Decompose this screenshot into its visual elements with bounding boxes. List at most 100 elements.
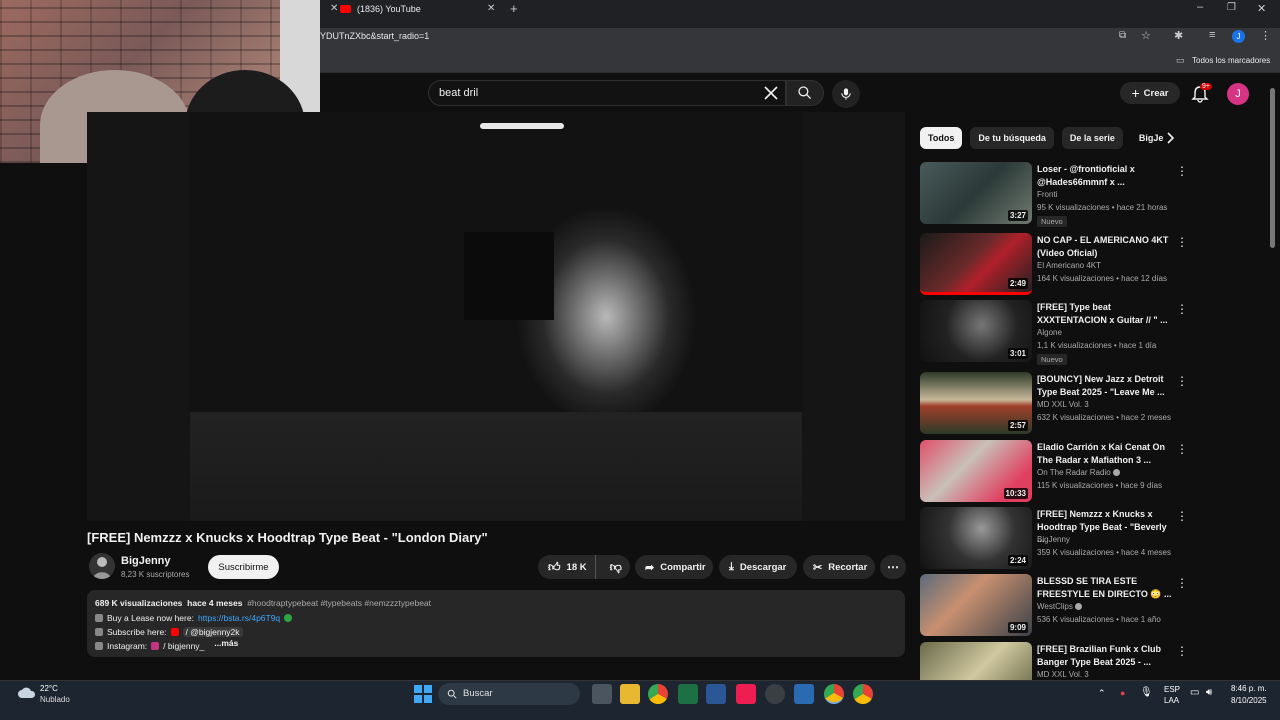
video-thumbnail[interactable]: 9:09: [920, 574, 1032, 636]
channel-avatar[interactable]: [89, 553, 115, 579]
tray-chevron-up-icon[interactable]: ⌃: [1098, 688, 1106, 699]
weather-description[interactable]: Nublado: [40, 695, 70, 704]
kebab-menu-icon[interactable]: ⋮: [1176, 509, 1188, 523]
excel-icon[interactable]: [678, 684, 698, 704]
volume-icon[interactable]: 🔊︎: [1206, 687, 1212, 698]
user-avatar[interactable]: J: [1227, 83, 1249, 105]
cloud-icon[interactable]: [18, 685, 36, 699]
all-bookmarks-link[interactable]: Todos los marcadores: [1192, 56, 1270, 65]
tab-close-icon[interactable]: ✕: [487, 3, 495, 14]
download-button[interactable]: ⤓ Descargar: [719, 555, 797, 579]
subscribe-button[interactable]: Suscribirme: [208, 555, 279, 579]
tiktok-icon[interactable]: [736, 684, 756, 704]
recommendation-item[interactable]: 2:24 [FREE] Nemzzz x Knucks x Hoodtrap T…: [920, 507, 1190, 569]
chip-all[interactable]: Todos: [920, 127, 963, 149]
recommendation-channel[interactable]: WestClips: [1037, 602, 1082, 611]
recommendation-title[interactable]: [FREE] Brazilian Funk x Club Banger Type…: [1037, 643, 1172, 668]
chrome-profile-icon[interactable]: [853, 684, 873, 704]
network-icon[interactable]: ▭: [1190, 687, 1199, 698]
recommendation-channel[interactable]: Algone: [1037, 328, 1062, 337]
recommendation-title[interactable]: Eladio Carrión x Kai Cenat On The Radar …: [1037, 441, 1172, 466]
video-thumbnail[interactable]: 2:49: [920, 233, 1032, 295]
chip-from-search[interactable]: De tu búsqueda: [970, 127, 1054, 149]
obs-icon[interactable]: [765, 684, 785, 704]
create-button[interactable]: + Crear: [1120, 82, 1180, 104]
extensions-icon[interactable]: ✱: [1174, 29, 1183, 42]
scrollbar-thumb[interactable]: [1270, 88, 1275, 248]
bookmark-star-icon[interactable]: ☆: [1141, 29, 1151, 42]
more-actions-button[interactable]: ⋯: [880, 555, 906, 579]
recommendation-item[interactable]: 2:49 NO CAP - EL AMERICANO 4KT (Video Of…: [920, 233, 1190, 295]
restore-icon[interactable]: ❐: [1227, 2, 1236, 13]
profile-avatar[interactable]: J: [1232, 30, 1245, 43]
lease-link[interactable]: https://bsta.rs/4p6T9q: [198, 613, 280, 623]
task-view-icon[interactable]: [592, 684, 612, 704]
chevron-right-icon[interactable]: [1162, 130, 1178, 146]
install-app-icon[interactable]: ⧉: [1119, 30, 1126, 41]
chip-from-series[interactable]: De la serie: [1061, 127, 1123, 149]
kebab-menu-icon[interactable]: ⋮: [1176, 374, 1188, 388]
like-button[interactable]: 👍︎ 18 K: [538, 555, 596, 579]
clock-date[interactable]: 8/10/2025: [1231, 696, 1267, 705]
show-more-link[interactable]: ...más: [214, 638, 238, 648]
video-thumbnail[interactable]: 3:01: [920, 300, 1032, 362]
recommendation-item[interactable]: 2:57 [BOUNCY] New Jazz x Detroit Type Be…: [920, 372, 1190, 434]
weather-temperature[interactable]: 22°C: [40, 684, 58, 693]
recommendation-channel[interactable]: On The Radar Radio: [1037, 468, 1120, 477]
kebab-menu-icon[interactable]: ⋮: [1176, 235, 1188, 249]
media-icon[interactable]: ≡: [1209, 29, 1215, 41]
video-thumbnail[interactable]: 3:27: [920, 162, 1032, 224]
clear-search-icon[interactable]: [762, 84, 780, 102]
video-thumbnail[interactable]: [920, 642, 1032, 680]
description-box[interactable]: 689 K visualizaciones hace 4 meses #hood…: [87, 590, 905, 657]
recommendation-title[interactable]: BLESSD SE TIRA ESTE FREESTYLE EN DIRECTO…: [1037, 575, 1172, 600]
voice-search-button[interactable]: [832, 80, 860, 108]
browser-menu-icon[interactable]: ⋮: [1260, 29, 1271, 42]
search-box[interactable]: beat dril: [428, 80, 786, 106]
chrome-icon[interactable]: [648, 684, 668, 704]
tray-app-icon[interactable]: ●: [1120, 688, 1125, 698]
recommendation-title[interactable]: NO CAP - EL AMERICANO 4KT (Video Oficial…: [1037, 234, 1172, 259]
recommendation-item[interactable]: [FREE] Brazilian Funk x Club Banger Type…: [920, 642, 1190, 680]
taskbar-search-label[interactable]: Buscar: [463, 688, 493, 699]
hashtags[interactable]: #hoodtraptypebeat #typebeats #nemzzztype…: [247, 598, 431, 608]
taskbar-search-box[interactable]: [438, 683, 580, 705]
recommendation-item[interactable]: 9:09 BLESSD SE TIRA ESTE FREESTYLE EN DI…: [920, 574, 1190, 636]
recommendation-channel[interactable]: El Americano 4KT: [1037, 261, 1101, 270]
recommendation-item[interactable]: 3:27 Loser - @frontioficial x @Hades66mm…: [920, 162, 1190, 227]
window-close-icon[interactable]: ✕: [1257, 2, 1266, 15]
recommendation-channel[interactable]: Fronti: [1037, 190, 1057, 199]
clip-button[interactable]: ✂ Recortar: [803, 555, 875, 579]
windows-start-icon[interactable]: [413, 684, 433, 704]
recommendation-title[interactable]: [BOUNCY] New Jazz x Detroit Type Beat 20…: [1037, 373, 1172, 398]
recommendation-channel[interactable]: MD XXL Vol. 3: [1037, 670, 1089, 679]
clock-time[interactable]: 8:46 p. m.: [1231, 684, 1267, 693]
keyboard-layout-indicator[interactable]: LAA: [1164, 696, 1179, 705]
recommendation-item[interactable]: 3:01 [FREE] Type beat XXXTENTACION x Gui…: [920, 300, 1190, 365]
dislike-button[interactable]: 👎︎: [602, 555, 622, 579]
video-thumbnail[interactable]: 2:57: [920, 372, 1032, 434]
browser-tab[interactable]: (1836) YouTube: [340, 0, 500, 17]
tray-mic-icon[interactable]: 🎙︎: [1140, 687, 1153, 698]
kebab-menu-icon[interactable]: ⋮: [1176, 442, 1188, 456]
kebab-menu-icon[interactable]: ⋮: [1176, 576, 1188, 590]
channel-name[interactable]: BigJenny: [121, 555, 171, 567]
address-bar[interactable]: YDUTnZXbc&start_radio=1: [320, 31, 429, 41]
close-icon[interactable]: ✕: [330, 3, 338, 14]
word-icon[interactable]: [706, 684, 726, 704]
kebab-menu-icon[interactable]: ⋮: [1176, 164, 1188, 178]
search-input[interactable]: beat dril: [439, 87, 478, 99]
recommendation-title[interactable]: [FREE] Type beat XXXTENTACION x Guitar /…: [1037, 301, 1172, 326]
video-thumbnail[interactable]: 10:33: [920, 440, 1032, 502]
instagram-handle[interactable]: / bigjenny_: [163, 641, 204, 651]
new-tab-icon[interactable]: +: [510, 1, 518, 16]
kebab-menu-icon[interactable]: ⋮: [1176, 644, 1188, 658]
search-button[interactable]: [786, 80, 824, 106]
recommendation-title[interactable]: Loser - @frontioficial x @Hades66mmnf x …: [1037, 163, 1172, 188]
share-button[interactable]: ➦ Compartir: [635, 555, 713, 579]
kebab-menu-icon[interactable]: ⋮: [1176, 302, 1188, 316]
chrome-active-icon[interactable]: [824, 684, 844, 704]
recommendation-channel[interactable]: BigJenny: [1037, 535, 1070, 544]
subscribe-handle[interactable]: / @bigjenny2k: [182, 627, 243, 637]
video-thumbnail[interactable]: 2:24: [920, 507, 1032, 569]
